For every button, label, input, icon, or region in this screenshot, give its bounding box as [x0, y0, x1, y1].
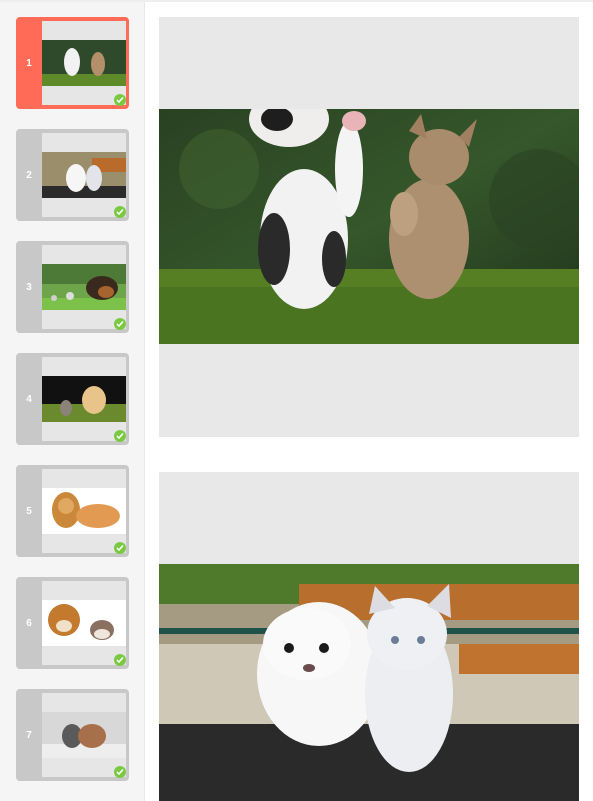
page-thumbnail-1[interactable]: 1: [16, 17, 129, 109]
thumbnail-page: [42, 21, 126, 105]
thumbnail-image: [42, 488, 126, 534]
document-page-2[interactable]: [159, 472, 579, 801]
thumbnail-page: [42, 469, 126, 553]
thumbnail-page: [42, 581, 126, 665]
check-icon: [114, 94, 126, 106]
page-number: 6: [26, 617, 32, 629]
page-thumbnail-6[interactable]: 6: [16, 577, 129, 669]
thumbnail-page: [42, 245, 126, 329]
thumbnail-image: [42, 40, 126, 86]
check-icon: [114, 318, 126, 330]
check-icon: [114, 654, 126, 666]
page-number: 3: [26, 281, 32, 293]
thumbnail-page: [42, 693, 126, 777]
thumbnail-image: [42, 264, 126, 310]
page-thumbnail-4[interactable]: 4: [16, 353, 129, 445]
page-thumbnail-5[interactable]: 5: [16, 465, 129, 557]
page-number: 5: [26, 505, 32, 517]
page-number: 7: [26, 729, 32, 741]
check-icon: [114, 542, 126, 554]
thumbnail-image: [42, 712, 126, 758]
page-thumbnail-3[interactable]: 3: [16, 241, 129, 333]
check-icon: [114, 206, 126, 218]
page-thumbnail-sidebar[interactable]: 1 2 3 4 5 6 7: [0, 2, 145, 801]
thumbnail-image: [42, 152, 126, 198]
page-image: [159, 109, 579, 344]
page-thumbnail-2[interactable]: 2: [16, 129, 129, 221]
thumbnail-page: [42, 357, 126, 441]
page-number: 4: [26, 393, 32, 405]
document-page-1[interactable]: [159, 17, 579, 437]
check-icon: [114, 766, 126, 778]
thumbnail-image: [42, 600, 126, 646]
thumbnail-image: [42, 376, 126, 422]
page-image: [159, 564, 579, 801]
check-icon: [114, 430, 126, 442]
page-thumbnail-7[interactable]: 7: [16, 689, 129, 781]
page-number: 2: [26, 169, 32, 181]
thumbnail-page: [42, 133, 126, 217]
page-number: 1: [26, 57, 32, 69]
